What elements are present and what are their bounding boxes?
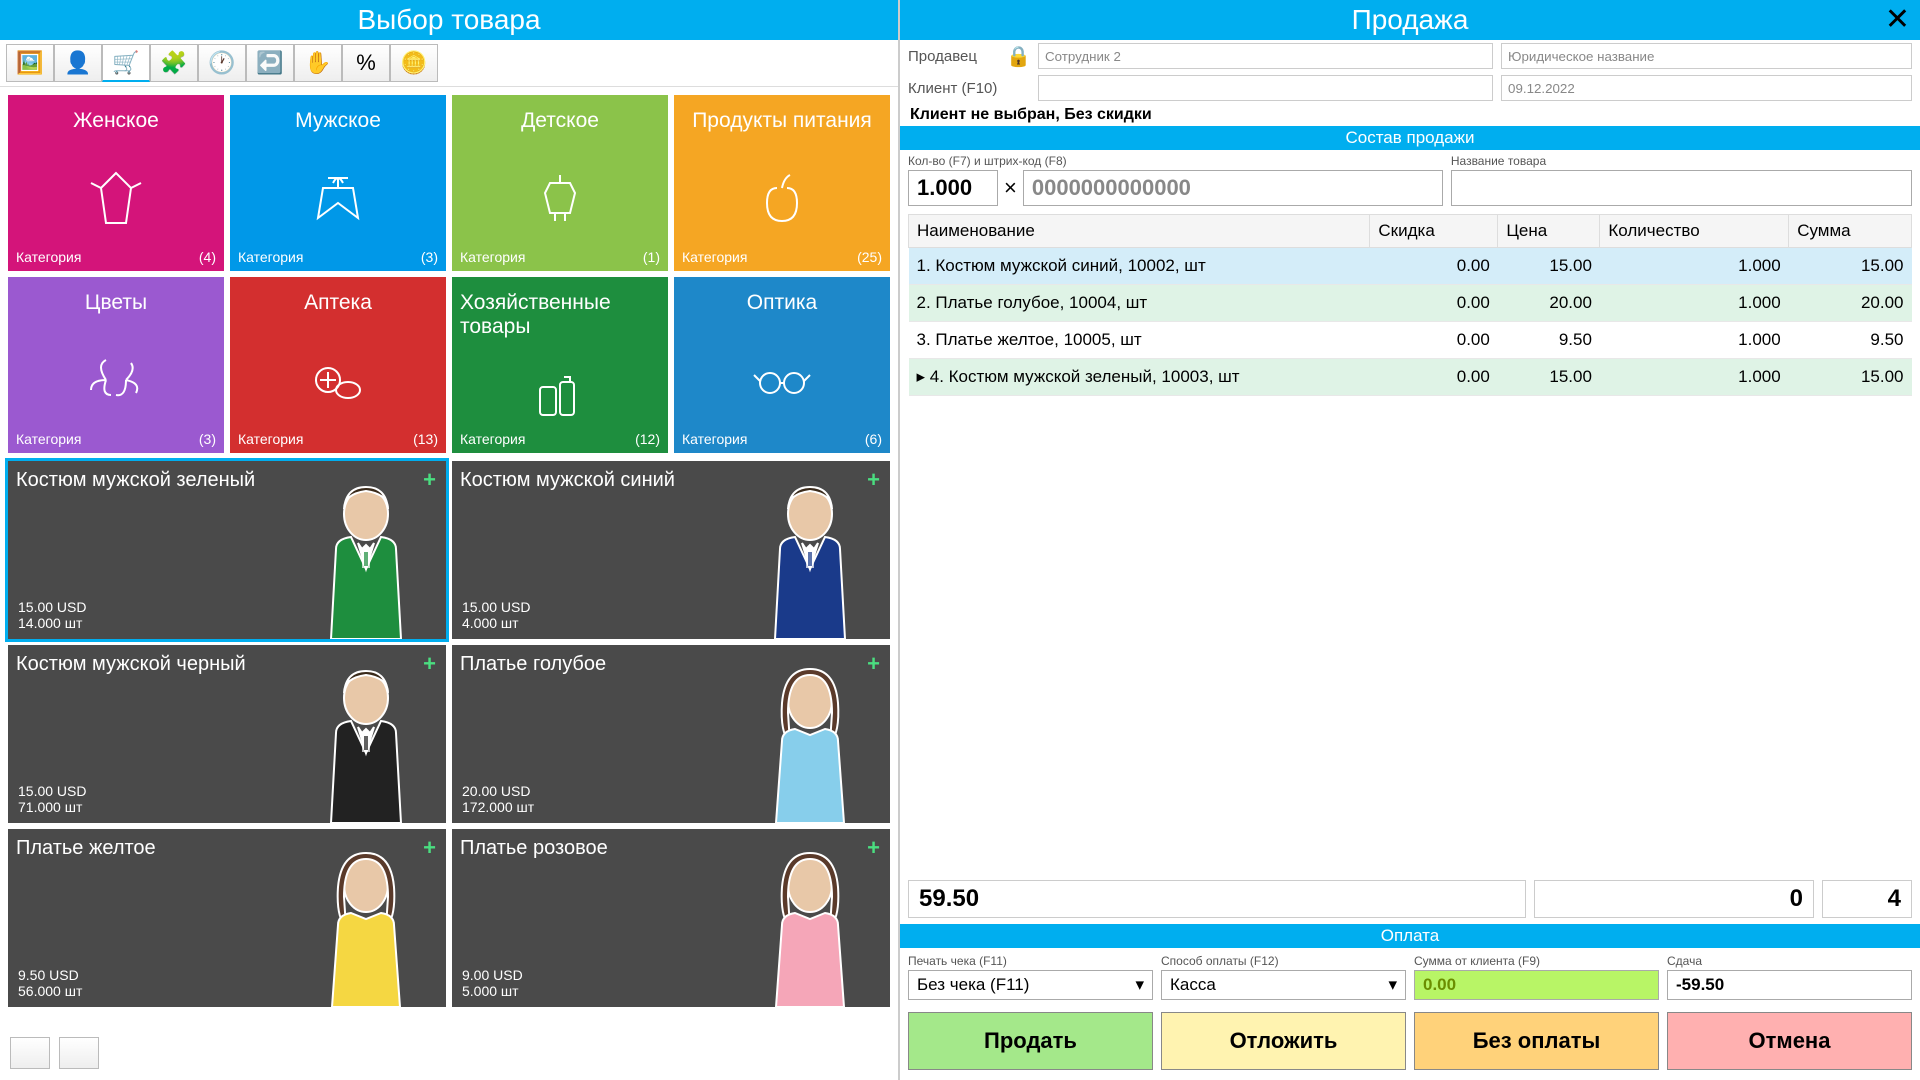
tool-clock-icon[interactable]: 🕐 xyxy=(198,44,246,82)
tool-percent-icon[interactable]: % xyxy=(342,44,390,82)
tool-user-icon[interactable]: 👤 xyxy=(54,44,102,82)
view-grid-icon[interactable] xyxy=(10,1037,50,1069)
tool-cart-icon[interactable]: 🛒 xyxy=(102,44,150,82)
tool-hand-icon[interactable]: ✋ xyxy=(294,44,342,82)
product-image xyxy=(296,479,436,639)
category-icon xyxy=(298,315,378,445)
category-title: Аптека xyxy=(304,291,372,315)
seller-label: Продавец xyxy=(908,48,998,65)
product-image xyxy=(740,847,880,1007)
category-tile[interactable]: ЦветыКатегория(3) xyxy=(8,277,224,453)
product-image xyxy=(296,847,436,1007)
product-tile[interactable]: Костюм мужской синий+15.00 USD4.000 шт xyxy=(452,461,890,639)
product-tile[interactable]: Платье голубое+20.00 USD172.000 шт xyxy=(452,645,890,823)
category-icon xyxy=(76,133,156,263)
category-tile[interactable]: ЖенскоеКатегория(4) xyxy=(8,95,224,271)
product-image xyxy=(740,663,880,823)
product-tile[interactable]: Костюм мужской зеленый+15.00 USD14.000 ш… xyxy=(8,461,446,639)
tool-image-icon[interactable]: 🖼️ xyxy=(6,44,54,82)
product-tile[interactable]: Платье розовое+9.00 USD5.000 шт xyxy=(452,829,890,1007)
product-image xyxy=(296,663,436,823)
receipt-select[interactable]: Без чека (F11)▾ xyxy=(908,970,1153,1000)
total-zero: 0 xyxy=(1534,880,1814,918)
product-tile[interactable]: Костюм мужской черный+15.00 USD71.000 шт xyxy=(8,645,446,823)
sale-table: Наименование Скидка Цена Количество Сумм… xyxy=(908,214,1912,396)
tool-coin-icon[interactable]: 🪙 xyxy=(390,44,438,82)
category-tile[interactable]: ОптикаКатегория(6) xyxy=(674,277,890,453)
category-icon xyxy=(520,133,600,263)
qty-input[interactable] xyxy=(908,170,998,206)
category-title: Детское xyxy=(521,109,599,133)
category-tile[interactable]: Продукты питанияКатегория(25) xyxy=(674,95,890,271)
cancel-button[interactable]: Отмена xyxy=(1667,1012,1912,1070)
hold-button[interactable]: Отложить xyxy=(1161,1012,1406,1070)
category-icon xyxy=(742,315,822,445)
table-row[interactable]: 1. Костюм мужской синий, 10002, шт0.0015… xyxy=(909,248,1912,285)
product-tile[interactable]: Платье желтое+9.50 USD56.000 шт xyxy=(8,829,446,1007)
category-tile[interactable]: АптекаКатегория(13) xyxy=(230,277,446,453)
nopay-button[interactable]: Без оплаты xyxy=(1414,1012,1659,1070)
name-input[interactable] xyxy=(1451,170,1912,206)
client-input[interactable] xyxy=(1038,75,1493,101)
col-discount[interactable]: Скидка xyxy=(1370,215,1498,248)
date-input[interactable] xyxy=(1501,75,1912,101)
category-icon xyxy=(742,133,822,263)
seller-select[interactable] xyxy=(1038,43,1493,69)
col-name[interactable]: Наименование xyxy=(909,215,1370,248)
table-row[interactable]: ▸ 4. Костюм мужской зеленый, 10003, шт0.… xyxy=(909,359,1912,396)
toolbar: 🖼️ 👤 🛒 🧩 🕐 ↩️ ✋ % 🪙 xyxy=(0,40,898,87)
method-select[interactable]: Касса▾ xyxy=(1161,970,1406,1000)
category-tile[interactable]: Хозяйственные товарыКатегория(12) xyxy=(452,277,668,453)
category-icon xyxy=(298,133,378,263)
name-label: Название товара xyxy=(1451,154,1912,168)
product-image xyxy=(740,479,880,639)
chevron-down-icon: ▾ xyxy=(1388,975,1397,995)
sell-button[interactable]: Продать xyxy=(908,1012,1153,1070)
col-price[interactable]: Цена xyxy=(1498,215,1600,248)
close-icon[interactable]: ✕ xyxy=(1885,2,1910,37)
table-row[interactable]: 3. Платье желтое, 10005, шт0.009.501.000… xyxy=(909,322,1912,359)
category-title: Оптика xyxy=(747,291,817,315)
col-qty[interactable]: Количество xyxy=(1600,215,1789,248)
barcode-input[interactable] xyxy=(1023,170,1443,206)
tool-undo-icon[interactable]: ↩️ xyxy=(246,44,294,82)
change-value: -59.50 xyxy=(1667,970,1912,1000)
qty-label: Кол-во (F7) и штрих-код (F8) xyxy=(908,154,1443,168)
category-title: Мужское xyxy=(295,109,381,133)
legal-select[interactable] xyxy=(1501,43,1912,69)
category-title: Женское xyxy=(73,109,159,133)
status-text: Клиент не выбран, Без скидки xyxy=(900,104,1920,126)
category-title: Хозяйственные товары xyxy=(460,291,660,339)
view-list-icon[interactable] xyxy=(59,1037,99,1069)
left-header: Выбор товара xyxy=(0,0,898,40)
right-header: Продажа ✕ xyxy=(900,0,1920,40)
lock-icon[interactable]: 🔒 xyxy=(1006,44,1030,69)
col-sum[interactable]: Сумма xyxy=(1789,215,1912,248)
table-row[interactable]: 2. Платье голубое, 10004, шт0.0020.001.0… xyxy=(909,285,1912,322)
category-title: Продукты питания xyxy=(692,109,872,133)
chevron-down-icon: ▾ xyxy=(1135,975,1144,995)
category-tile[interactable]: МужскоеКатегория(3) xyxy=(230,95,446,271)
total-sum: 59.50 xyxy=(908,880,1526,918)
category-icon xyxy=(520,339,600,445)
category-icon xyxy=(76,315,156,445)
client-label: Клиент (F10) xyxy=(908,80,998,97)
category-tile[interactable]: ДетскоеКатегория(1) xyxy=(452,95,668,271)
sale-header-bar: Состав продажи xyxy=(900,126,1920,150)
category-title: Цветы xyxy=(85,291,147,315)
total-count: 4 xyxy=(1822,880,1912,918)
pay-header-bar: Оплата xyxy=(900,924,1920,948)
tool-puzzle-icon[interactable]: 🧩 xyxy=(150,44,198,82)
amount-input[interactable]: 0.00 xyxy=(1414,970,1659,1000)
